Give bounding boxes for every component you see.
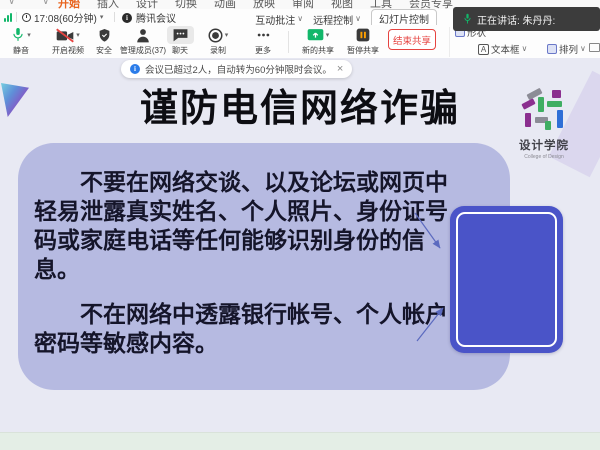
wps-tab-animation[interactable]: 动画: [214, 0, 236, 9]
caret-down-icon: ▾: [100, 14, 104, 21]
logo-title: 设计学院: [513, 137, 575, 153]
meeting-timer[interactable]: 17:08(60分钟) ▾: [22, 10, 103, 25]
info-icon: i: [122, 13, 132, 23]
wps-tab-insert[interactable]: 插入: [97, 0, 119, 9]
app-brand: i 腾讯会议: [122, 10, 176, 25]
pause-icon: [356, 28, 370, 42]
textbox-icon: A: [478, 44, 489, 55]
tablet-shape: [450, 206, 563, 353]
logo-mark-icon: [521, 90, 567, 134]
chevron-down-icon: ∨: [522, 45, 528, 53]
wps-tab-tools[interactable]: 工具: [370, 0, 392, 9]
camera-off-icon: [56, 28, 74, 43]
wps-tab-review[interactable]: 审阅: [292, 0, 314, 9]
wps-tab-transition[interactable]: 切换: [175, 0, 197, 9]
chevron-down-icon: ∨: [297, 15, 303, 23]
arrange-button[interactable]: 排列 ∨: [547, 42, 586, 56]
info-icon: i: [130, 64, 140, 74]
chevron-down-icon: ∨: [580, 45, 586, 53]
record-icon: [208, 28, 223, 43]
placeholder-button[interactable]: ∨: [589, 43, 600, 52]
notice-text: 会议已超过2人，自动转为60分钟限时会议。: [145, 62, 332, 76]
microphone-icon: [463, 13, 472, 25]
share-screen-icon: [307, 28, 324, 42]
network-signal-icon: [4, 13, 12, 22]
close-icon[interactable]: ×: [337, 64, 343, 75]
app-name-label: 腾讯会议: [136, 10, 176, 25]
more-button[interactable]: 更多: [237, 26, 289, 56]
wps-tab-slideshow[interactable]: 放映: [253, 0, 275, 9]
body-paragraph-1: 不要在网络交谈、以及论坛或网页中轻易泄露真实姓名、个人照片、身份证号码或家庭电话…: [34, 168, 450, 284]
pause-share-button[interactable]: 暂停共享: [337, 26, 389, 56]
more-icon: [256, 28, 271, 42]
presentation-slide: i 会议已超过2人，自动转为60分钟限时会议。 × 谨防电信网络诈骗 设计学院 …: [0, 58, 600, 432]
slide-title: 谨防电信网络诈骗: [0, 77, 600, 132]
arrange-icon: [547, 44, 557, 54]
members-icon: [136, 28, 150, 43]
textbox-button[interactable]: A 文本框 ∨: [478, 42, 527, 56]
wps-tab-design[interactable]: 设计: [136, 0, 158, 9]
window-controls-icon: ∨ ∨: [8, 0, 61, 7]
clock-icon: [22, 13, 31, 22]
end-share-button[interactable]: 结束共享: [388, 29, 436, 50]
wps-tab-home[interactable]: 开始: [58, 0, 80, 9]
caret-down-icon[interactable]: ▾: [225, 32, 229, 39]
top-toolbar: ∨ ∨ 开始 插入 设计 切换 动画 放映 审阅 视图 工具 会员专享 17:0…: [0, 0, 600, 58]
speaking-label: 正在讲话: 朱丹丹:: [477, 12, 555, 27]
shield-icon: [98, 28, 111, 43]
chevron-down-icon: ∨: [355, 15, 361, 23]
speaking-toast: 正在讲话: 朱丹丹:: [453, 7, 600, 31]
chat-icon: [173, 28, 188, 42]
tablet-screen: [456, 212, 557, 347]
meeting-timer-label: 17:08(60分钟): [34, 10, 97, 25]
screen: ∨ ∨ 开始 插入 设计 切换 动画 放映 审阅 视图 工具 会员专享 17:0…: [0, 0, 600, 450]
wps-tab-member[interactable]: 会员专享: [409, 0, 453, 9]
microphone-icon: [11, 27, 25, 43]
college-logo: 设计学院 College of Design: [513, 90, 575, 160]
logo-subtitle: College of Design: [513, 154, 575, 160]
wps-tab-view[interactable]: 视图: [331, 0, 353, 9]
content-box: 不要在网络交谈、以及论坛或网页中轻易泄露真实姓名、个人照片、身份证号码或家庭电话…: [18, 143, 510, 390]
body-paragraph-2: 不在网络中透露银行帐号、个人帐户密码等敏感内容。: [34, 300, 450, 358]
workspace-bottom-strip: [0, 432, 600, 450]
caret-down-icon[interactable]: ▾: [326, 32, 330, 39]
mute-button[interactable]: ▾ 静音: [0, 26, 47, 56]
caret-down-icon[interactable]: ▾: [27, 32, 31, 39]
placeholder-icon: [589, 43, 600, 52]
meeting-notice-banner: i 会议已超过2人，自动转为60分钟限时会议。 ×: [121, 60, 352, 78]
